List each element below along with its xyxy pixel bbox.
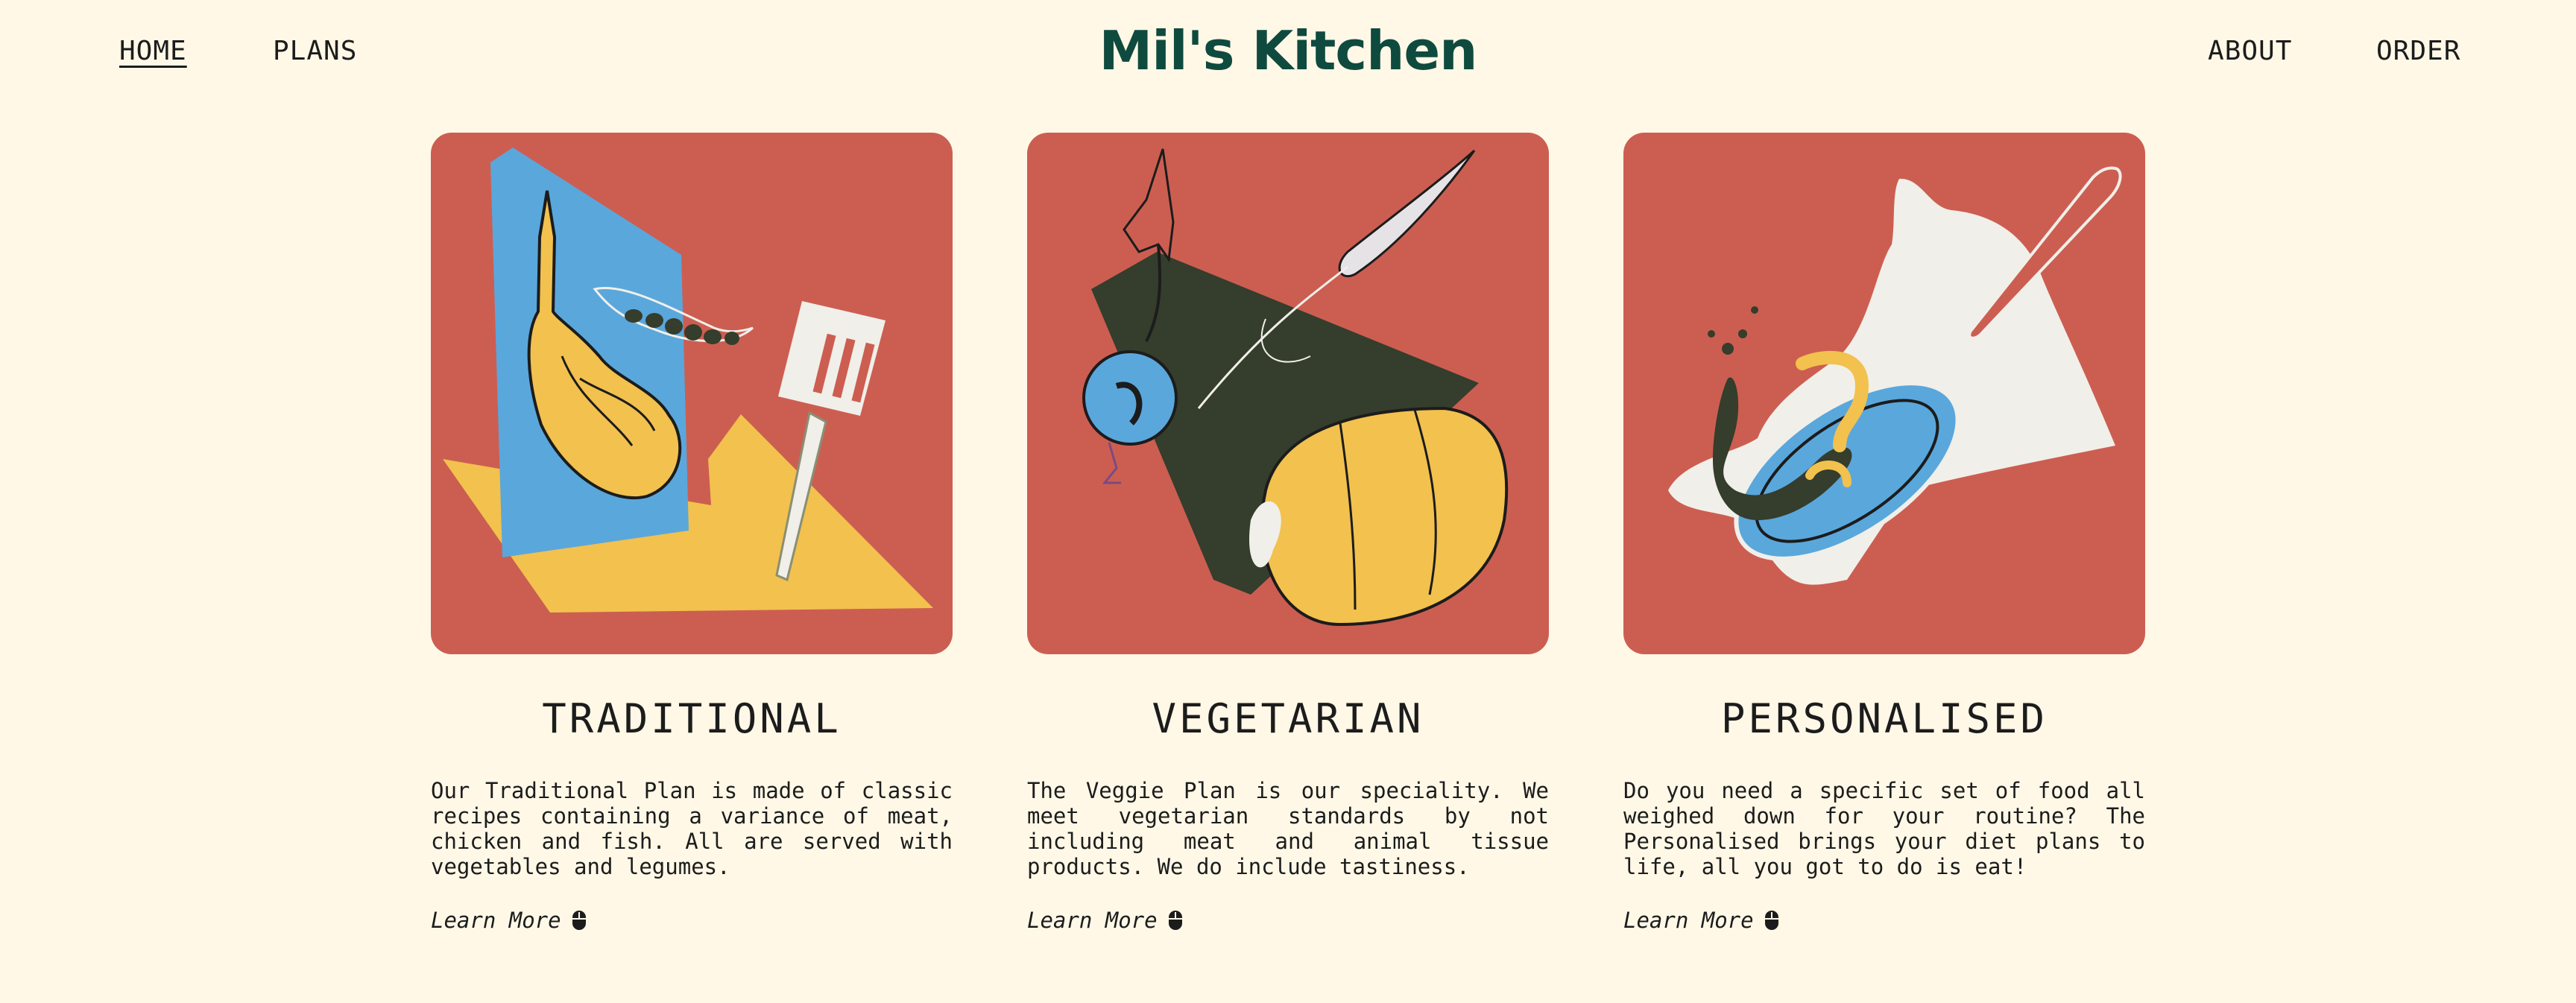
learn-more-link[interactable]: Learn More: [1623, 908, 2145, 933]
personalised-illustration: [1623, 133, 2145, 654]
learn-more-label: Learn More: [1027, 908, 1158, 933]
plan-card-vegetarian: VEGETARIAN The Veggie Plan is our specia…: [1027, 133, 1549, 933]
plan-title: VEGETARIAN: [1152, 695, 1424, 742]
nav-order-link[interactable]: ORDER: [2376, 34, 2460, 69]
plan-card-personalised: PERSONALISED Do you need a specific set …: [1623, 133, 2145, 933]
plan-title: PERSONALISED: [1720, 695, 2048, 742]
learn-more-label: Learn More: [1623, 908, 1754, 933]
plan-title: TRADITIONAL: [542, 695, 842, 742]
learn-more-label: Learn More: [431, 908, 561, 933]
vegetarian-illustration: [1027, 133, 1549, 654]
mouse-icon: [1168, 911, 1182, 930]
learn-more-link[interactable]: Learn More: [431, 908, 953, 933]
learn-more-link[interactable]: Learn More: [1027, 908, 1549, 933]
plan-card-traditional: TRADITIONAL Our Traditional Plan is made…: [431, 133, 953, 933]
plan-description: Our Traditional Plan is made of classic …: [431, 778, 953, 879]
mouse-icon: [572, 911, 586, 930]
brand-logo[interactable]: Mil's Kitchen: [0, 15, 2576, 86]
plan-description: The Veggie Plan is our speciality. We me…: [1027, 778, 1549, 879]
traditional-illustration: [431, 133, 953, 654]
mouse-icon: [1764, 911, 1778, 930]
plan-description: Do you need a specific set of food all w…: [1623, 778, 2145, 879]
nav-about-link[interactable]: ABOUT: [2208, 34, 2292, 69]
